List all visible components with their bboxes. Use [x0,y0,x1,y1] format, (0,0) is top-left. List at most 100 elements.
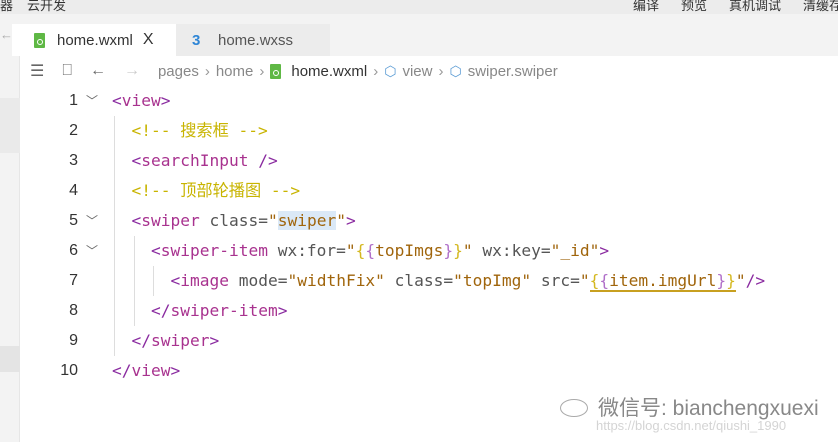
code-token: /> [745,271,766,290]
close-icon[interactable]: X [143,31,154,49]
code-token: " [462,241,473,260]
code-token: image [180,271,229,290]
clear-cache-button[interactable]: 清缓存 [803,0,838,13]
code-text: <swiper class="swiper"> [132,206,356,236]
wechat-icon [560,399,588,417]
code-line[interactable]: 9 </swiper> [20,326,838,356]
code-line[interactable]: 7 <image mode="widthFix" class="topImg" s… [20,266,838,296]
code-line[interactable]: 3 <searchInput /> [20,146,838,176]
watermark-text: 微信号: bianchengxuexi [598,397,819,420]
outline-list-icon[interactable]: ☰ [30,61,44,81]
code-token: view [121,91,161,110]
preview-button[interactable]: 预览 [681,0,707,13]
code-token: < [131,151,142,170]
sidebar [0,56,20,442]
back-arrow-icon[interactable]: ← [90,62,106,80]
code-token: } [726,271,736,292]
line-number: 8 [69,302,78,319]
code-text: <view> [112,86,170,116]
code-token: > [170,361,181,380]
code-token: > [599,241,610,260]
code-line[interactable]: 2 <!-- 搜索框 --> [20,116,838,146]
code-token: wx:key= [472,241,551,260]
code-token: { [599,271,610,292]
chevron-right-icon: › [204,62,210,80]
top-toolbar: 器 云开发 编译 预览 真机调试 清缓存 [0,0,838,14]
code-token: " [336,211,346,230]
tab-home-wxml[interactable]: home.wxml X [12,24,176,56]
code-text: <!-- 顶部轮播图 --> [132,176,301,206]
breadcrumb: ☰ ⎕ ← → pages › home › home.wxml › ⬡ view › ⬡… [20,56,838,86]
indent-guide [114,326,115,356]
code-token: < [151,241,161,260]
code-token: swiper-item [170,301,278,320]
code-token: item.imgUrl [609,271,717,292]
breadcrumb-pages[interactable]: pages [158,63,199,80]
fold-chevron-icon[interactable]: ﹀ [86,206,98,236]
code-token: > [277,301,288,320]
code-line[interactable]: 4 <!-- 顶部轮播图 --> [20,176,838,206]
breadcrumb-view[interactable]: view [402,63,432,80]
code-token: " [735,271,746,290]
tab-home-wxss[interactable]: 3 home.wxss [176,24,330,56]
cube-icon: ⬡ [449,62,462,79]
watermark-url: https://blog.csdn.net/qiushi_1990 [596,418,787,433]
code-token: { [589,271,600,292]
wxml-file-icon [270,63,282,79]
line-number: 7 [69,272,78,289]
tab-label: home.wxml [57,31,133,49]
code-token: " [345,241,356,260]
line-number: 4 [69,182,78,199]
chevron-right-icon: › [373,62,379,80]
fold-chevron-icon[interactable]: ﹀ [86,236,98,266]
code-line[interactable]: 5 ﹀ <swiper class="swiper"> [20,206,838,236]
code-token: { [355,241,366,260]
code-token: < [112,91,122,110]
remote-debug-button[interactable]: 真机调试 [729,0,781,13]
chevron-right-icon: › [259,62,265,80]
code-text: </view> [112,356,180,386]
code-text: <!-- 搜索框 --> [132,116,268,146]
code-token: swiper [277,211,337,230]
wxml-file-icon [34,32,45,48]
bookmark-icon[interactable]: ⎕ [62,62,72,80]
code-token: < [170,271,181,290]
chevron-right-icon: › [438,62,444,80]
forward-arrow-icon[interactable]: → [124,62,140,80]
compile-button[interactable]: 编译 [633,0,659,13]
fold-chevron-icon[interactable]: ﹀ [86,86,98,116]
breadcrumb-file[interactable]: home.wxml [291,63,367,80]
cube-icon: ⬡ [384,62,397,79]
line-number: 3 [69,152,78,169]
indent-guide [133,236,135,266]
code-token: swiper [151,331,210,350]
code-token: "_id" [550,241,600,260]
code-line[interactable]: 8 </swiper-item> [20,296,838,326]
code-token: /> [248,151,278,170]
code-token: src= [531,271,580,290]
code-token: mode= [228,271,288,290]
indent-guide [133,266,135,296]
indent-guide [114,266,115,296]
cloud-dev-button[interactable]: 云开发 [27,0,66,13]
toolbar-item[interactable]: 器 [0,0,13,13]
code-editor[interactable]: 1 ﹀ <view> 2 <!-- 搜索框 --> 3 <searchInput /> 4 <!… [20,86,838,442]
code-token: </ [112,361,132,380]
code-token: topImgs [375,241,444,260]
indent-guide [114,206,115,236]
code-token: swiper [141,211,200,230]
breadcrumb-swiper[interactable]: swiper.swiper [468,63,558,80]
line-number: 2 [69,122,78,139]
indent-guide [114,116,115,146]
code-token: > [209,331,220,350]
code-line[interactable]: 10 </view> [20,356,838,386]
code-text: <searchInput /> [132,146,278,176]
code-token: searchInput [141,151,249,170]
breadcrumb-home[interactable]: home [216,63,254,80]
line-number: 10 [60,362,78,379]
code-line[interactable]: 6 ﹀ <swiper-item wx:for="{{topImgs}}" wx:k… [20,236,838,266]
code-token: </ [151,301,171,320]
code-line[interactable]: 1 ﹀ <view> [20,86,838,116]
code-token: " [579,271,590,290]
indent-guide [153,266,154,296]
